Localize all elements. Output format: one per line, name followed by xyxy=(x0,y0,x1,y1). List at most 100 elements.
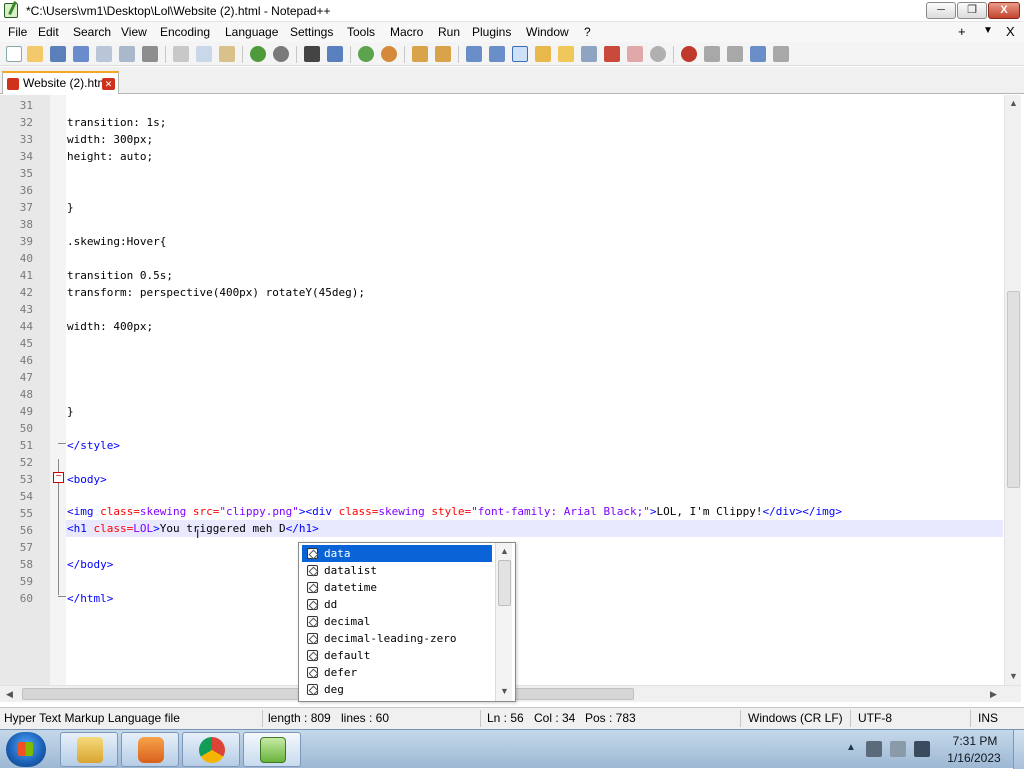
menu-search[interactable]: Search xyxy=(73,25,111,39)
scroll-down-icon[interactable]: ▼ xyxy=(500,686,509,696)
autocomplete-item[interactable]: deg xyxy=(302,681,492,698)
show-desktop-button[interactable] xyxy=(1013,730,1024,769)
paste-icon[interactable] xyxy=(219,46,235,62)
close-doc-icon[interactable]: X xyxy=(1006,24,1015,39)
code-line: </body> xyxy=(67,558,114,571)
wrap-icon[interactable] xyxy=(466,46,482,62)
autocomplete-item[interactable]: datalist xyxy=(302,562,492,579)
folder-as-workspace-icon[interactable] xyxy=(581,46,597,62)
menu-file[interactable]: File xyxy=(8,25,27,39)
action-center-icon[interactable] xyxy=(890,741,906,757)
sync-h-icon[interactable] xyxy=(435,46,451,62)
line-number: 34 xyxy=(19,150,33,163)
open-file-icon[interactable] xyxy=(27,46,43,62)
scroll-left-icon[interactable]: ◀ xyxy=(6,689,13,700)
scroll-down-icon[interactable]: ▼ xyxy=(1009,671,1018,681)
print-icon[interactable] xyxy=(142,46,158,62)
menu-view[interactable]: View xyxy=(121,25,147,39)
line-number: 46 xyxy=(19,354,33,367)
close-icon[interactable] xyxy=(96,46,112,62)
doc-map-icon[interactable] xyxy=(535,46,551,62)
new-tab-icon[interactable]: + xyxy=(958,24,966,39)
function-list-icon[interactable] xyxy=(558,46,574,62)
autocomplete-item[interactable]: datetime xyxy=(302,579,492,596)
keyword-cube-icon xyxy=(307,582,318,593)
stop-macro-icon[interactable] xyxy=(704,46,720,62)
network-icon[interactable] xyxy=(866,741,882,757)
autocomplete-scrollbar[interactable]: ▲ ▼ xyxy=(495,543,512,701)
autocomplete-item[interactable]: decimal-leading-zero xyxy=(302,630,492,647)
undo-icon[interactable] xyxy=(250,46,266,62)
close-all-icon[interactable] xyxy=(119,46,135,62)
code-line: } xyxy=(67,405,74,418)
menu-run[interactable]: Run xyxy=(438,25,460,39)
vertical-scroll-thumb[interactable] xyxy=(1007,291,1020,488)
record-macro-icon[interactable] xyxy=(681,46,697,62)
close-button[interactable]: X xyxy=(988,2,1020,19)
scroll-up-icon[interactable]: ▲ xyxy=(500,546,509,556)
indent-guide-icon[interactable] xyxy=(512,46,528,62)
eye-icon[interactable] xyxy=(650,46,666,62)
scroll-up-icon[interactable]: ▲ xyxy=(1009,98,1018,108)
save-all-icon[interactable] xyxy=(73,46,89,62)
run-macro-multiple-icon[interactable] xyxy=(750,46,766,62)
eol-icon[interactable] xyxy=(627,46,643,62)
redo-icon[interactable] xyxy=(273,46,289,62)
tab-list-icon[interactable]: ▼ xyxy=(983,25,993,36)
show-all-chars-icon[interactable] xyxy=(489,46,505,62)
autocomplete-item[interactable]: default xyxy=(302,647,492,664)
autocomplete-item[interactable]: dd xyxy=(302,596,492,613)
autocomplete-list[interactable]: data datalist datetime dd decimal decimal-lea… xyxy=(298,542,516,702)
autocomplete-item[interactable]: decimal xyxy=(302,613,492,630)
replace-icon[interactable] xyxy=(327,46,343,62)
toolbar-divider xyxy=(242,46,243,63)
tab-close-icon[interactable]: ✕ xyxy=(102,78,115,90)
menu-window[interactable]: Window xyxy=(526,25,569,39)
clock-date[interactable]: 1/16/2023 xyxy=(944,751,1004,765)
taskbar-notepadpp[interactable] xyxy=(243,732,301,767)
taskbar-chrome[interactable] xyxy=(182,732,240,767)
zoom-out-icon[interactable] xyxy=(381,46,397,62)
menu-macro[interactable]: Macro xyxy=(390,25,423,39)
sync-v-icon[interactable] xyxy=(412,46,428,62)
zoom-in-icon[interactable] xyxy=(358,46,374,62)
tab-label: Website (2).html xyxy=(23,76,111,90)
save-macro-icon[interactable] xyxy=(773,46,789,62)
status-eol[interactable]: Windows (CR LF) xyxy=(748,711,843,725)
new-file-icon[interactable] xyxy=(6,46,22,62)
autocomplete-item[interactable]: defer xyxy=(302,664,492,681)
tab-website-2-html[interactable]: Website (2).html ✕ xyxy=(2,71,119,94)
find-icon[interactable] xyxy=(304,46,320,62)
menu-tools[interactable]: Tools xyxy=(347,25,375,39)
menu-encoding[interactable]: Encoding xyxy=(160,25,210,39)
save-icon[interactable] xyxy=(50,46,66,62)
taskbar-explorer[interactable] xyxy=(60,732,118,767)
autocomplete-item-label: datetime xyxy=(324,581,377,594)
autocomplete-scroll-thumb[interactable] xyxy=(498,560,511,606)
vertical-scrollbar[interactable]: ▲ ▼ xyxy=(1004,95,1021,685)
menu-help[interactable]: ? xyxy=(584,25,591,39)
fold-line xyxy=(58,596,66,597)
taskbar-media-player[interactable] xyxy=(121,732,179,767)
line-number: 59 xyxy=(19,575,33,588)
status-lines: lines : 60 xyxy=(341,711,390,725)
play-macro-icon[interactable] xyxy=(727,46,743,62)
start-button[interactable] xyxy=(6,732,46,767)
fold-collapse-icon[interactable]: − xyxy=(53,472,64,483)
tray-expand-icon[interactable]: ▲ xyxy=(846,742,856,753)
clock-time[interactable]: 7:31 PM xyxy=(950,734,1000,748)
maximize-button[interactable]: ❐ xyxy=(957,2,987,19)
volume-icon[interactable] xyxy=(914,741,930,757)
minimize-button[interactable]: ─ xyxy=(926,2,956,19)
scroll-right-icon[interactable]: ▶ xyxy=(990,689,997,700)
autocomplete-item[interactable]: data xyxy=(302,545,492,562)
menu-settings[interactable]: Settings xyxy=(290,25,333,39)
line-number: 39 xyxy=(19,235,33,248)
menu-plugins[interactable]: Plugins xyxy=(472,25,511,39)
cut-icon[interactable] xyxy=(173,46,189,62)
monitoring-icon[interactable] xyxy=(604,46,620,62)
copy-icon[interactable] xyxy=(196,46,212,62)
menu-edit[interactable]: Edit xyxy=(38,25,59,39)
line-number: 53 xyxy=(19,473,33,486)
menu-language[interactable]: Language xyxy=(225,25,278,39)
